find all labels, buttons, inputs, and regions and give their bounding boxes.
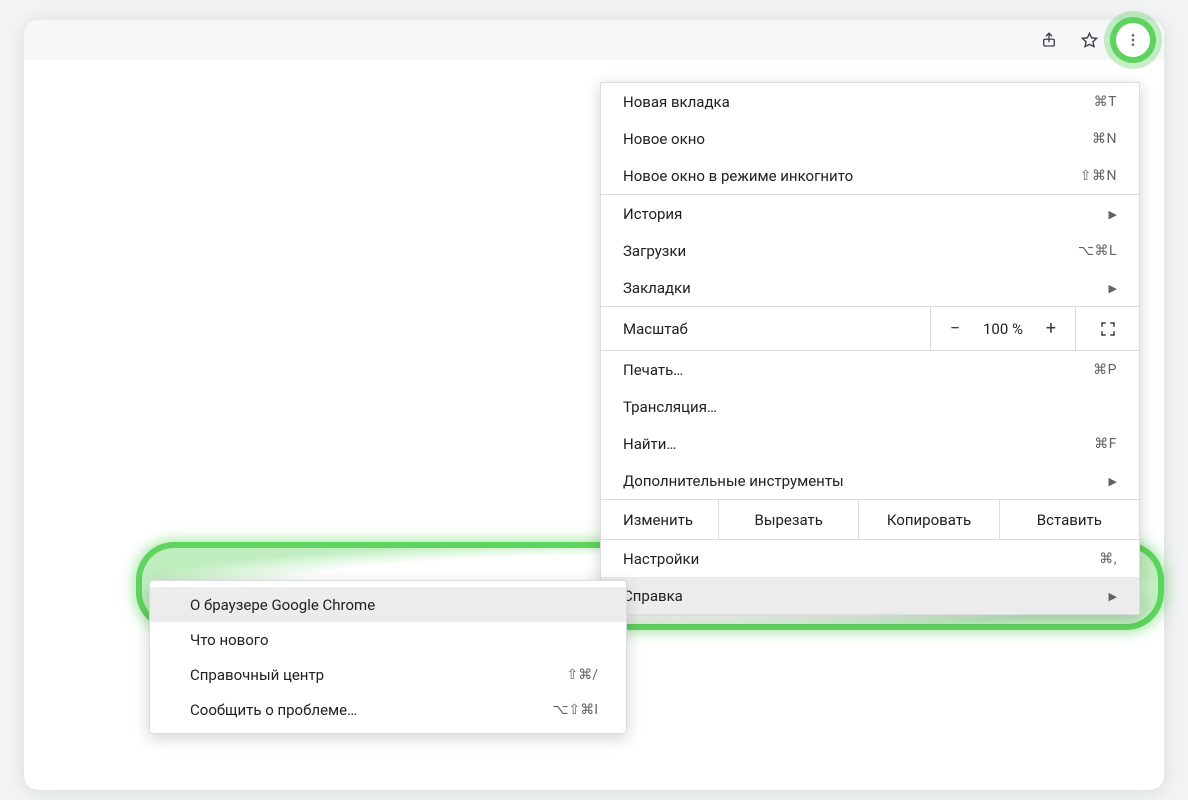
menu-label: Закладки	[623, 279, 691, 297]
submenu-label: Что нового	[190, 631, 269, 649]
menu-history[interactable]: История ▶	[601, 195, 1139, 232]
menu-label: Настройки	[623, 550, 699, 568]
menu-downloads[interactable]: Загрузки ⌥⌘L	[601, 232, 1139, 269]
menu-label: Печать…	[623, 361, 683, 379]
chevron-right-icon: ▶	[1109, 208, 1117, 221]
menu-label: Справка	[623, 587, 683, 605]
menu-label: Найти…	[623, 435, 676, 453]
menu-shortcut: ⌘,	[1099, 551, 1117, 567]
submenu-label: Сообщить о проблеме…	[190, 701, 357, 719]
menu-find[interactable]: Найти… ⌘F	[601, 425, 1139, 462]
menu-label: Новое окно в режиме инкогнито	[623, 167, 853, 185]
submenu-about-chrome[interactable]: О браузере Google Chrome	[150, 587, 626, 622]
zoom-value: 100 %	[983, 320, 1023, 338]
menu-zoom: Масштаб − 100 % +	[601, 306, 1139, 351]
toolbar	[24, 20, 1164, 60]
zoom-in-button[interactable]: +	[1041, 318, 1061, 339]
chevron-right-icon: ▶	[1109, 282, 1117, 295]
submenu-label: Справочный центр	[190, 666, 324, 684]
browser-window: Новая вкладка ⌘T Новое окно ⌘N Новое окн…	[24, 20, 1164, 790]
edit-label: Изменить	[601, 500, 719, 539]
fullscreen-button[interactable]	[1075, 307, 1139, 350]
zoom-out-button[interactable]: −	[945, 318, 965, 339]
submenu-label: О браузере Google Chrome	[190, 596, 375, 614]
kebab-menu-button[interactable]	[1116, 23, 1150, 57]
menu-new-tab[interactable]: Новая вкладка ⌘T	[601, 83, 1139, 120]
submenu-shortcut: ⌥⇧⌘I	[552, 702, 598, 718]
menu-bookmarks[interactable]: Закладки ▶	[601, 269, 1139, 306]
menu-edit-row: Изменить Вырезать Копировать Вставить	[601, 499, 1139, 539]
menu-settings[interactable]: Настройки ⌘,	[601, 540, 1139, 577]
menu-shortcut: ⌘T	[1094, 94, 1117, 110]
share-icon[interactable]	[1036, 27, 1062, 53]
menu-shortcut: ⌥⌘L	[1078, 243, 1117, 259]
menu-label: Новое окно	[623, 130, 705, 148]
menu-incognito[interactable]: Новое окно в режиме инкогнито ⇧⌘N	[601, 157, 1139, 194]
chevron-right-icon: ▶	[1109, 475, 1117, 488]
edit-paste[interactable]: Вставить	[1000, 500, 1139, 539]
menu-new-window[interactable]: Новое окно ⌘N	[601, 120, 1139, 157]
edit-copy[interactable]: Копировать	[859, 500, 999, 539]
zoom-label: Масштаб	[601, 307, 930, 350]
submenu-whats-new[interactable]: Что нового	[150, 622, 626, 657]
edit-cut[interactable]: Вырезать	[719, 500, 859, 539]
zoom-controls: − 100 % +	[930, 307, 1075, 350]
menu-label: Загрузки	[623, 242, 686, 260]
help-submenu: О браузере Google Chrome Что нового Спра…	[149, 580, 627, 734]
menu-label: Новая вкладка	[623, 93, 730, 111]
menu-shortcut: ⌘N	[1092, 131, 1117, 147]
main-menu: Новая вкладка ⌘T Новое окно ⌘N Новое окн…	[600, 82, 1140, 615]
menu-more-tools[interactable]: Дополнительные инструменты ▶	[601, 462, 1139, 499]
menu-label: История	[623, 205, 682, 223]
menu-cast[interactable]: Трансляция…	[601, 388, 1139, 425]
menu-label: Дополнительные инструменты	[623, 472, 844, 490]
menu-shortcut: ⌘F	[1094, 436, 1117, 452]
menu-label: Трансляция…	[623, 398, 717, 416]
star-icon[interactable]	[1076, 27, 1102, 53]
menu-help[interactable]: Справка ▶	[601, 577, 1139, 614]
submenu-help-center[interactable]: Справочный центр ⇧⌘/	[150, 657, 626, 692]
menu-shortcut: ⌘P	[1093, 362, 1117, 378]
menu-shortcut: ⇧⌘N	[1080, 168, 1117, 184]
menu-print[interactable]: Печать… ⌘P	[601, 351, 1139, 388]
submenu-shortcut: ⇧⌘/	[566, 667, 598, 683]
chevron-right-icon: ▶	[1109, 590, 1117, 603]
submenu-report-issue[interactable]: Сообщить о проблеме… ⌥⇧⌘I	[150, 692, 626, 727]
